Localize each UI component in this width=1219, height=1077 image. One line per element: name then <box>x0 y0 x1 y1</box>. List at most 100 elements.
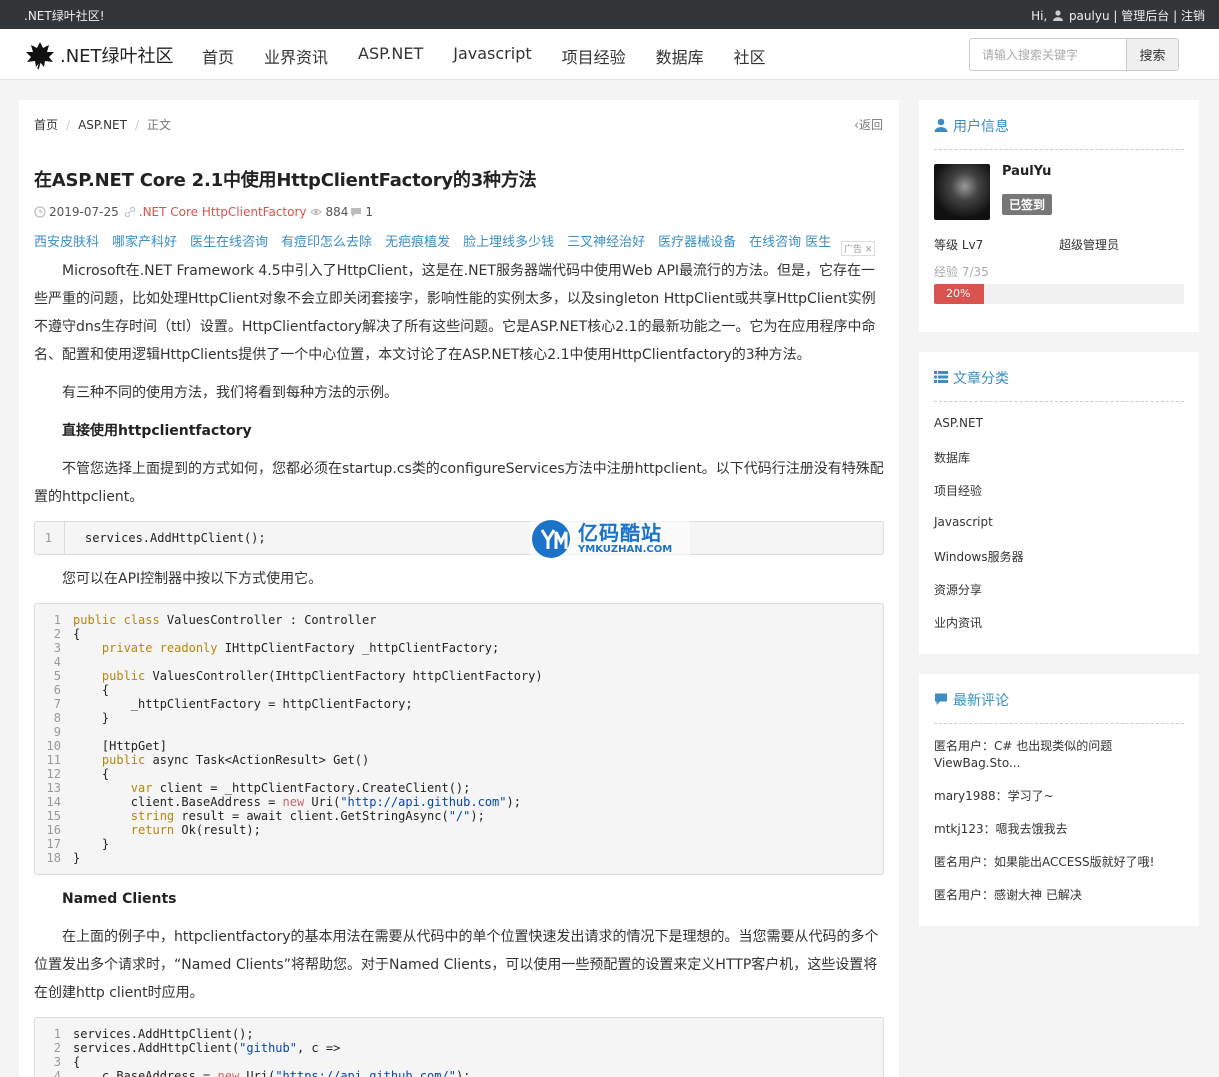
ad-link[interactable]: 西安皮肤科 <box>34 235 99 250</box>
paragraph: 不管您选择上面提到的方式如何，您都必须在startup.cs类的configur… <box>34 461 884 505</box>
panel-title: 用户信息 <box>953 119 1009 135</box>
user-icon <box>1053 10 1064 21</box>
panel-header: 文章分类 <box>934 368 1184 402</box>
ad-link[interactable]: 无疤痕植发 <box>385 235 450 250</box>
comment-count: 1 <box>365 205 374 219</box>
link-icon <box>124 206 135 218</box>
top-bar: .NET绿叶社区! Hi, paulyu | 管理后台 | 注销 <box>0 0 1219 29</box>
paragraph: Microsoft在.NET Framework 4.5中引入了HttpClie… <box>34 263 876 363</box>
logout-link[interactable]: 注销 <box>1181 9 1205 23</box>
username-link[interactable]: paulyu <box>1069 9 1110 23</box>
separator: | <box>1113 9 1118 23</box>
paragraph: 在上面的例子中，httpclientfactory的基本用法在需要从代码中的单个… <box>34 929 879 1001</box>
breadcrumb: 首页 / ASP.NET / 正文 <box>34 118 172 132</box>
category-panel: 文章分类 ASP.NET 数据库 项目经验 Javascript Windows… <box>919 352 1199 654</box>
article-card: 首页 / ASP.NET / 正文 ‹返回 在ASP.NET Core 2.1中使用Ht… <box>19 100 899 1077</box>
article-body: Microsoft在.NET Framework 4.5中引入了HttpClie… <box>34 257 884 1077</box>
category-item[interactable]: Javascript <box>934 515 1024 548</box>
user-links: Hi, paulyu | 管理后台 | 注销 <box>1031 7 1205 24</box>
category-list: ASP.NET 数据库 项目经验 Javascript Windows服务器 资… <box>934 416 1024 647</box>
ad-link[interactable]: 有痘印怎么去除 <box>281 235 372 250</box>
nav-item-community[interactable]: 社区 <box>734 44 766 68</box>
watermark-logo-icon <box>532 520 570 558</box>
nav-menu: 首页 业界资讯 ASP.NET Javascript 项目经验 数据库 社区 <box>202 44 796 68</box>
search-button[interactable]: 搜索 <box>1126 38 1179 71</box>
ad-link[interactable]: 在线咨询 医生 <box>749 235 831 250</box>
list-icon <box>934 371 948 383</box>
brand-name: .NET绿叶社区 <box>60 46 174 67</box>
category-item[interactable]: ASP.NET <box>934 416 1024 449</box>
search-box: 搜索 <box>969 38 1179 71</box>
comment-item[interactable]: 匿名用户：如果能出ACCESS版就好了哦! <box>934 854 1184 871</box>
article-date: 2019-07-25 <box>49 205 119 219</box>
category-item[interactable]: Windows服务器 <box>934 548 1024 581</box>
nav-item-projects[interactable]: 项目经验 <box>562 44 626 68</box>
nav-item-home[interactable]: 首页 <box>202 44 234 68</box>
panel-title: 最新评论 <box>953 693 1009 709</box>
user-info-panel: 用户信息 PaulYu 已签到 等级 Lv7 超级管理员 经验 7/35 20% <box>919 100 1199 332</box>
code-block: 1 services.AddHttpClient(); <box>34 521 884 555</box>
ad-link[interactable]: 医生在线咨询 <box>190 235 268 250</box>
comment-list: 匿名用户：C# 也出现类似的问题 ViewBag.Sto... mary1988… <box>934 738 1184 920</box>
avatar[interactable] <box>934 164 990 220</box>
watermark-title: 亿码酷站 <box>578 521 662 545</box>
user-exp: 经验 7/35 <box>934 265 989 279</box>
ad-badge[interactable]: 广告 ✕ <box>841 241 876 256</box>
signed-in-badge: 已签到 <box>1002 194 1053 215</box>
comment-item[interactable]: mtkj123：嗯我去饿我去 <box>934 821 1184 838</box>
ad-link[interactable]: 医疗器械设备 <box>658 235 736 250</box>
user-role: 超级管理员 <box>1059 238 1120 252</box>
admin-link[interactable]: 管理后台 <box>1121 9 1169 23</box>
nav-item-aspnet[interactable]: ASP.NET <box>358 44 423 68</box>
ad-link[interactable]: 脸上埋线多少钱 <box>463 235 554 250</box>
main-nav: .NET绿叶社区 首页 业界资讯 ASP.NET Javascript 项目经验… <box>0 29 1219 80</box>
code-line: services.AddHttpClient(); <box>85 531 266 545</box>
view-count: 884 <box>325 205 349 219</box>
comment-item[interactable]: 匿名用户：C# 也出现类似的问题 ViewBag.Sto... <box>934 738 1184 772</box>
category-item[interactable]: 资源分享 <box>934 581 1024 614</box>
back-link[interactable]: ‹返回 <box>854 116 883 133</box>
ad-link[interactable]: 哪家产科好 <box>112 235 177 250</box>
breadcrumb-home[interactable]: 首页 <box>34 118 58 132</box>
eye-icon <box>310 208 323 216</box>
ad-link[interactable]: 三叉神经治好 <box>567 235 645 250</box>
panel-header: 用户信息 <box>934 116 1184 150</box>
site-welcome: .NET绿叶社区! <box>24 9 105 23</box>
paragraph: 您可以在API控制器中按以下方式使用它。 <box>62 571 323 587</box>
category-item[interactable]: 数据库 <box>934 449 1024 482</box>
comment-item[interactable]: 匿名用户：感谢大神 已解决 <box>934 887 1184 904</box>
article-title: 在ASP.NET Core 2.1中使用HttpClientFactory的3种… <box>34 170 537 191</box>
user-icon <box>934 118 948 132</box>
greeting: Hi, <box>1031 9 1048 23</box>
comment-icon <box>351 208 362 217</box>
nav-item-database[interactable]: 数据库 <box>656 44 704 68</box>
nav-item-news[interactable]: 业界资讯 <box>264 44 328 68</box>
category-item[interactable]: 项目经验 <box>934 482 1024 515</box>
brand-logo[interactable]: .NET绿叶社区 <box>24 40 174 70</box>
ad-badge-label: 广告 <box>844 245 863 255</box>
category-item[interactable]: 业内资讯 <box>934 614 1024 647</box>
latest-comments-panel: 最新评论 匿名用户：C# 也出现类似的问题 ViewBag.Sto... mar… <box>919 674 1199 926</box>
section-heading: 直接使用httpclientfactory <box>62 423 252 439</box>
code-block: 1 public class ValuesController : Control… <box>34 603 884 875</box>
panel-header: 最新评论 <box>934 690 1184 724</box>
leaf-logo-icon <box>26 42 54 70</box>
comment-item[interactable]: mary1988：学习了~ <box>934 788 1184 805</box>
breadcrumb-aspnet[interactable]: ASP.NET <box>78 118 127 132</box>
article-meta: 2019-07-25 .NET Core HttpClientFactory 8… <box>34 205 373 219</box>
search-input[interactable] <box>969 38 1126 71</box>
user-level: 等级 Lv7 <box>934 238 984 252</box>
nav-item-javascript[interactable]: Javascript <box>453 44 531 68</box>
code-block: 1 services.AddHttpClient(); 2 services.Add… <box>34 1017 884 1077</box>
panel-title: 文章分类 <box>953 371 1009 387</box>
watermark: 亿码酷站 YMKUZHAN.COM <box>530 518 690 560</box>
profile-name[interactable]: PaulYu <box>1002 164 1051 179</box>
article-tags[interactable]: .NET Core HttpClientFactory <box>139 205 307 219</box>
exp-progress-bar: 20% <box>934 284 1184 304</box>
clock-icon <box>34 206 46 218</box>
paragraph: 有三种不同的使用方法，我们将看到每种方法的示例。 <box>62 385 398 401</box>
breadcrumb-current: 正文 <box>147 118 172 132</box>
section-heading: Named Clients <box>62 891 177 907</box>
back-label: 返回 <box>858 118 883 132</box>
comment-icon <box>935 693 947 705</box>
